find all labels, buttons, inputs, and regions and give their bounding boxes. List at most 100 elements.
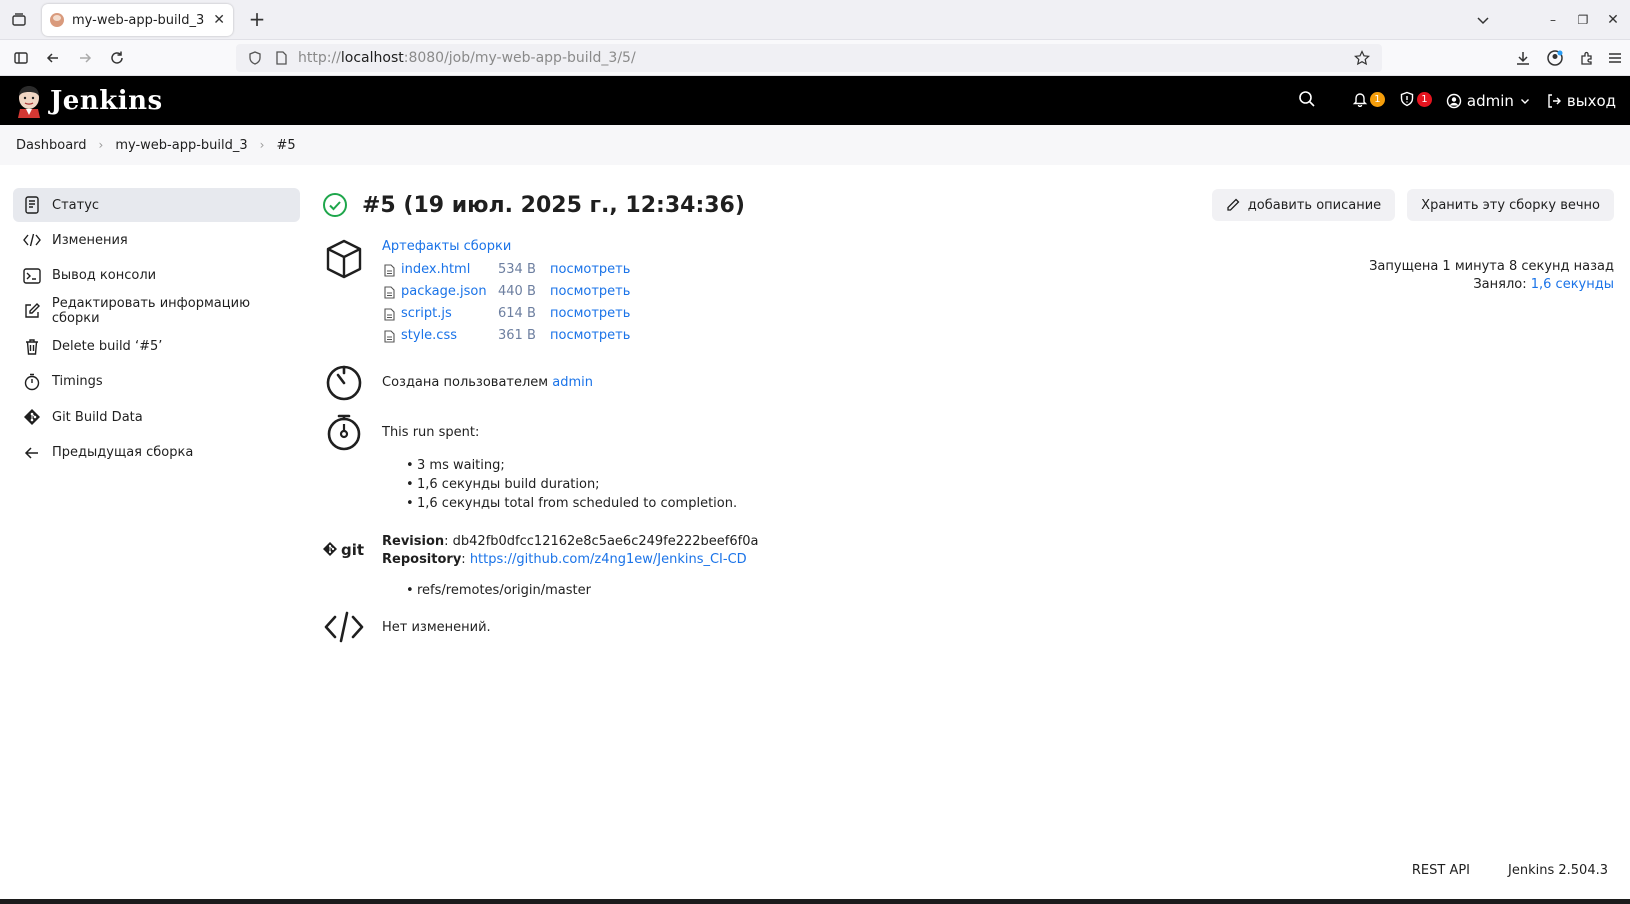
close-window-icon[interactable]: ✕ — [1600, 7, 1626, 33]
logout-label: выход — [1566, 91, 1616, 110]
build-title-row: #5 (19 июл. 2025 г., 12:34:36) — [322, 185, 745, 225]
artifacts-link[interactable]: Артефакты сборки — [382, 238, 630, 256]
menu-icon[interactable] — [1603, 46, 1627, 70]
artifact-view-link[interactable]: посмотреть — [550, 283, 630, 301]
arrow-left-icon — [22, 443, 42, 463]
url-bar[interactable]: http://localhost:8080/job/my-web-app-bui… — [236, 44, 1382, 72]
browser-nav-bar: http://localhost:8080/job/my-web-app-bui… — [0, 40, 1630, 76]
logout-icon — [1546, 93, 1562, 109]
chevron-down-icon — [1520, 96, 1530, 106]
browser-tab-bar: my-web-app-build_3 # ✕ + – ❐ ✕ — [0, 0, 1630, 40]
no-changes-text: Нет изменений. — [382, 620, 491, 635]
artifact-name[interactable]: package.json — [401, 283, 498, 301]
revision-hash: db42fb0dfcc12162e8c5ae6c249fe222beef6f0a — [452, 534, 759, 549]
took-link[interactable]: 1,6 секунды — [1531, 277, 1614, 292]
timing-section: This run spent: 3 ms waiting; 1,6 секунд… — [322, 412, 737, 513]
list-item: 1,6 секунды build duration; — [382, 475, 737, 494]
tab-title: my-web-app-build_3 # — [72, 12, 210, 28]
trash-icon — [22, 337, 42, 357]
artifact-view-link[interactable]: посмотреть — [550, 327, 630, 345]
reload-icon[interactable] — [105, 46, 129, 70]
git-icon — [22, 407, 42, 427]
sidebar-item-changes[interactable]: Изменения — [13, 223, 300, 257]
shield-icon[interactable] — [246, 49, 264, 67]
tab-list-icon[interactable] — [8, 9, 30, 31]
minimize-icon[interactable]: – — [1540, 7, 1566, 33]
sidebar-item-console[interactable]: Вывод консоли — [13, 259, 300, 293]
logout-button[interactable]: выход — [1546, 92, 1616, 110]
search-button[interactable] — [1298, 90, 1316, 112]
url-text[interactable]: http://localhost:8080/job/my-web-app-bui… — [298, 50, 1352, 66]
sidebar-item-delete[interactable]: Delete build ‘#5’ — [13, 330, 300, 364]
chevron-down-icon[interactable] — [1470, 7, 1496, 33]
sidebar-item-git-build-data[interactable]: Git Build Data — [13, 400, 300, 434]
restore-icon[interactable]: ❐ — [1570, 7, 1596, 33]
keep-forever-label: Хранить эту сборку вечно — [1421, 197, 1600, 213]
list-item: refs/remotes/origin/master — [382, 581, 758, 600]
repository-link[interactable]: https://github.com/z4ng1ew/Jenkins_CI-CD — [470, 552, 747, 567]
artifact-view-link[interactable]: посмотреть — [550, 261, 630, 279]
sidebar-item-label: Редактировать информацию сборки — [51, 296, 251, 327]
cause-user-link[interactable]: admin — [552, 375, 593, 390]
sidebar-item-label: Delete build ‘#5’ — [52, 339, 163, 355]
cause-section: Создана пользователем admin — [322, 362, 593, 406]
back-icon[interactable] — [41, 46, 65, 70]
artifact-row: index.html 534 B посмотреть — [382, 259, 630, 281]
artifact-name[interactable]: style.css — [401, 327, 498, 345]
browser-tab[interactable]: my-web-app-build_3 # ✕ — [42, 4, 233, 36]
artifact-name[interactable]: script.js — [401, 305, 498, 323]
changes-section: Нет изменений. — [322, 609, 491, 653]
extensions-icon[interactable] — [1575, 46, 1599, 70]
notifications-button[interactable]: 1 — [1352, 91, 1385, 111]
sidebar-item-previous-build[interactable]: Предыдущая сборка — [13, 436, 300, 470]
took-label: Заняло: — [1473, 277, 1531, 292]
notifications-badge: 1 — [1369, 92, 1385, 107]
forward-icon[interactable] — [73, 46, 97, 70]
add-description-label: добавить описание — [1247, 197, 1382, 213]
close-tab-icon[interactable]: ✕ — [213, 12, 225, 28]
sidebar-item-label: Статус — [52, 197, 100, 213]
artifact-view-link[interactable]: посмотреть — [550, 305, 630, 323]
user-menu[interactable]: admin — [1446, 92, 1530, 110]
sidebar-item-edit[interactable]: Редактировать информацию сборки — [13, 294, 300, 328]
add-description-button[interactable]: добавить описание — [1211, 189, 1396, 221]
search-icon — [1298, 90, 1316, 112]
sidebar-toggle-icon[interactable] — [9, 46, 33, 70]
sidebar-item-label: Изменения — [52, 232, 128, 248]
security-badge: 1 — [1416, 92, 1432, 107]
user-name: admin — [1466, 91, 1514, 110]
breadcrumb-job[interactable]: my-web-app-build_3 — [115, 138, 247, 153]
code-icon — [322, 609, 366, 653]
breadcrumb-separator-icon: › — [98, 138, 104, 152]
security-button[interactable]: 1 — [1399, 91, 1432, 111]
page-icon[interactable] — [272, 49, 290, 67]
file-icon — [382, 263, 396, 277]
stopwatch-icon — [22, 372, 42, 392]
sidebar-item-status[interactable]: Статус — [13, 188, 300, 222]
jenkins-logo[interactable]: Jenkins — [16, 84, 163, 118]
jenkins-header: Jenkins 1 1 admin выход — [0, 76, 1630, 125]
artifact-name[interactable]: index.html — [401, 261, 498, 279]
jenkins-version-link[interactable]: Jenkins 2.504.3 — [1508, 863, 1608, 878]
sidebar-item-timings[interactable]: Timings — [13, 365, 300, 399]
list-item: 1,6 секунды total from scheduled to comp… — [382, 494, 737, 513]
code-icon — [22, 230, 42, 250]
pencil-icon — [1226, 198, 1240, 212]
page-title: #5 (19 июл. 2025 г., 12:34:36) — [362, 192, 745, 218]
bookmark-star-icon[interactable] — [1352, 48, 1372, 68]
breadcrumb-dashboard[interactable]: Dashboard — [16, 138, 87, 153]
breadcrumb-build[interactable]: #5 — [276, 138, 295, 153]
repository-row: Repository: https://github.com/z4ng1ew/J… — [382, 552, 747, 567]
keep-forever-button[interactable]: Хранить эту сборку вечно — [1407, 189, 1614, 221]
downloads-icon[interactable] — [1511, 46, 1535, 70]
git-logo-icon: git — [322, 533, 366, 569]
cause-text: Создана пользователем — [382, 375, 553, 390]
rest-api-link[interactable]: REST API — [1412, 863, 1470, 878]
timing-heading: This run spent: — [382, 425, 480, 440]
jenkins-butler-icon — [16, 84, 42, 118]
new-tab-icon[interactable]: + — [245, 8, 269, 32]
refs-list: refs/remotes/origin/master — [382, 581, 758, 600]
build-timing-info: Запущена 1 минута 8 секунд назад Заняло:… — [1369, 258, 1614, 294]
account-icon[interactable] — [1543, 46, 1567, 70]
timer-icon — [322, 362, 366, 406]
